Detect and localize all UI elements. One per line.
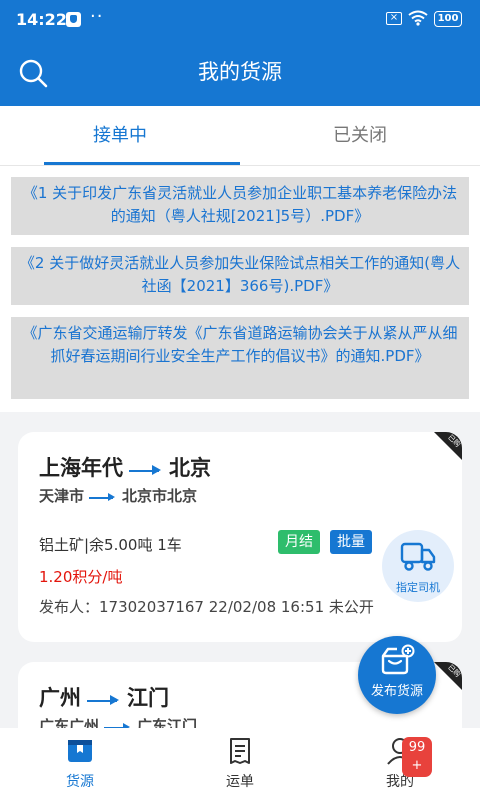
status-bar: 14:22 ·· × 100 xyxy=(0,0,480,40)
notice-link-3[interactable]: 《广东省交通运输厅转发《广东省道路运输协会关于从紧从严从细抓好春运期间行业安全生… xyxy=(11,317,469,399)
cargo-price: 1.20积分/吨 xyxy=(39,568,123,586)
shield-icon xyxy=(66,12,81,27)
tab-receiving[interactable]: 接单中 xyxy=(0,106,240,166)
assign-driver-label: 指定司机 xyxy=(396,581,440,594)
tab-indicator xyxy=(44,162,240,165)
batch-tag: 批量 xyxy=(330,530,372,554)
route-title: 广州 江门 xyxy=(39,682,169,712)
top-bar: 14:22 ·· × 100 我的货源 xyxy=(0,0,480,106)
route-title: 上海年代 北京 xyxy=(39,452,211,482)
monthly-settlement-tag: 月结 xyxy=(278,530,320,554)
route-from: 广州 xyxy=(39,686,81,710)
assign-driver-button[interactable]: 指定司机 xyxy=(382,530,454,602)
route-sub-arrow-icon xyxy=(89,492,117,502)
publish-cargo-button[interactable]: 发布货源 xyxy=(358,636,436,714)
cargo-box-icon xyxy=(68,740,92,762)
sim-off-icon: × xyxy=(386,12,402,25)
truck-icon xyxy=(400,542,436,571)
badge-count: 99 xyxy=(408,740,426,755)
wifi-icon xyxy=(408,10,428,26)
publish-cargo-label: 发布货源 xyxy=(370,684,423,699)
route-arrow-icon xyxy=(129,463,163,475)
tab-bar: 接单中 已关闭 xyxy=(0,106,480,166)
nav-mine[interactable]: 我的 xyxy=(320,728,480,800)
status-time: 14:22 xyxy=(16,10,67,29)
notice-link-2[interactable]: 《2 关于做好灵活就业人员参加失业保险试点相关工作的通知(粤人社函【2021】3… xyxy=(11,247,469,305)
notification-badge: 99 + xyxy=(402,737,432,777)
notice-list: 《1 关于印发广东省灵活就业人员参加企业职工基本养老保险办法的通知（粤人社规[2… xyxy=(0,166,480,412)
route-to: 北京 xyxy=(169,456,211,480)
nav-mine-label: 我的 xyxy=(386,774,414,790)
publish-box-icon xyxy=(381,644,415,675)
route-from-sub: 天津市 xyxy=(39,487,85,505)
waybill-icon xyxy=(230,738,250,764)
badge-plus: + xyxy=(411,758,423,773)
route-to-sub: 北京市北京 xyxy=(122,487,198,505)
tab-closed[interactable]: 已关闭 xyxy=(240,106,480,166)
route-arrow-icon xyxy=(87,693,121,705)
cargo-card[interactable]: 已购 上海年代 北京 天津市 北京市北京 铝土矿|余5.00吨 1车 月结 批量 1… xyxy=(18,432,462,642)
nav-cargo[interactable]: 货源 xyxy=(0,728,160,800)
battery-level: 100 xyxy=(437,13,459,24)
nav-waybill-label: 运单 xyxy=(226,774,254,790)
publisher-info: 发布人：17302037167 22/02/08 16:51 未公开 xyxy=(39,598,374,616)
nav-waybill[interactable]: 运单 xyxy=(160,728,320,800)
more-dots-icon: ·· xyxy=(90,6,104,27)
notice-link-1[interactable]: 《1 关于印发广东省灵活就业人员参加企业职工基本养老保险办法的通知（粤人社规[2… xyxy=(11,177,469,235)
battery-icon: 100 xyxy=(434,11,462,27)
route-subtitle: 天津市 北京市北京 xyxy=(39,485,197,506)
nav-cargo-label: 货源 xyxy=(66,774,94,790)
cargo-info: 铝土矿|余5.00吨 1车 xyxy=(39,536,182,554)
page-title: 我的货源 xyxy=(198,60,282,84)
route-to: 江门 xyxy=(127,686,169,710)
route-from: 上海年代 xyxy=(39,456,123,480)
